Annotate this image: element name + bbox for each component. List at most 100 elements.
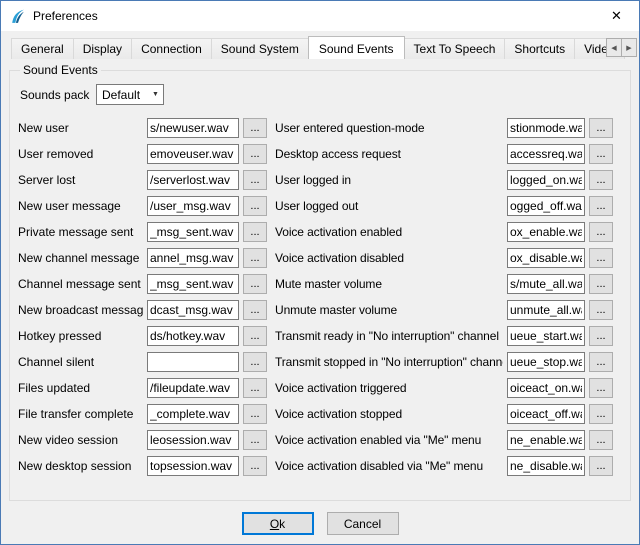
sound-event-label: User logged in <box>271 173 503 187</box>
sound-file-input[interactable] <box>507 378 585 398</box>
browse-button[interactable]: ... <box>589 274 613 294</box>
sound-event-label: Unmute master volume <box>271 303 503 317</box>
sounds-pack-row: Sounds pack Default ▼ <box>20 84 622 105</box>
sound-file-input[interactable] <box>147 118 239 138</box>
sound-event-label: Transmit stopped in "No interruption" ch… <box>271 355 503 369</box>
sound-event-label: User removed <box>18 147 143 161</box>
sound-event-label: Transmit ready in "No interruption" chan… <box>271 329 503 343</box>
browse-button[interactable]: ... <box>589 326 613 346</box>
sound-file-input[interactable] <box>147 144 239 164</box>
sound-file-input[interactable] <box>507 404 585 424</box>
browse-button[interactable]: ... <box>243 274 267 294</box>
sound-event-label: New video session <box>18 433 143 447</box>
sound-file-input[interactable] <box>507 430 585 450</box>
cancel-button[interactable]: Cancel <box>327 512 399 535</box>
browse-button[interactable]: ... <box>589 222 613 242</box>
browse-button[interactable]: ... <box>589 378 613 398</box>
browse-button[interactable]: ... <box>243 326 267 346</box>
browse-button[interactable]: ... <box>243 222 267 242</box>
sound-event-label: Mute master volume <box>271 277 503 291</box>
browse-button[interactable]: ... <box>589 118 613 138</box>
sound-file-input[interactable] <box>147 326 239 346</box>
sound-file-input[interactable] <box>507 300 585 320</box>
tab-shortcuts[interactable]: Shortcuts <box>504 38 575 59</box>
browse-button[interactable]: ... <box>243 170 267 190</box>
tab-scroll-right-icon: ▶ <box>626 45 631 52</box>
sound-file-input[interactable] <box>147 170 239 190</box>
sound-file-input[interactable] <box>507 248 585 268</box>
sound-file-input[interactable] <box>147 274 239 294</box>
sound-event-label: Voice activation enabled <box>271 225 503 239</box>
sound-file-input[interactable] <box>147 378 239 398</box>
close-icon: ✕ <box>611 8 622 24</box>
sounds-pack-select[interactable]: Default ▼ <box>96 84 164 105</box>
sound-file-input[interactable] <box>147 248 239 268</box>
sound-event-label: Private message sent <box>18 225 143 239</box>
browse-button[interactable]: ... <box>589 352 613 372</box>
sound-event-label: Voice activation disabled <box>271 251 503 265</box>
tab-text-to-speech[interactable]: Text To Speech <box>404 38 506 59</box>
sound-file-input[interactable] <box>147 404 239 424</box>
tab-connection[interactable]: Connection <box>131 38 212 59</box>
sound-file-input[interactable] <box>507 118 585 138</box>
browse-button[interactable]: ... <box>243 430 267 450</box>
close-button[interactable]: ✕ <box>594 1 639 31</box>
preferences-dialog: Preferences ✕ General Display Connection… <box>0 0 640 545</box>
sound-file-input[interactable] <box>507 456 585 476</box>
cancel-button-label: Cancel <box>344 517 381 531</box>
sound-file-input[interactable] <box>147 300 239 320</box>
sound-event-label: New user message <box>18 199 143 213</box>
tab-sound-events[interactable]: Sound Events <box>308 36 405 59</box>
browse-button[interactable]: ... <box>243 404 267 424</box>
groupbox-title: Sound Events <box>20 63 101 77</box>
sound-file-input[interactable] <box>147 196 239 216</box>
browse-button[interactable]: ... <box>589 430 613 450</box>
sound-event-label: New channel message <box>18 251 143 265</box>
sound-file-input[interactable] <box>507 352 585 372</box>
sound-events-groupbox: Sound Events Sounds pack Default ▼ New u… <box>9 63 631 501</box>
browse-button[interactable]: ... <box>243 352 267 372</box>
browse-button[interactable]: ... <box>243 456 267 476</box>
tab-general[interactable]: General <box>11 38 74 59</box>
browse-button[interactable]: ... <box>589 248 613 268</box>
sound-file-input[interactable] <box>507 196 585 216</box>
ok-button[interactable]: Ok <box>242 512 314 535</box>
tab-scroll-left-button[interactable]: ◀ <box>606 38 622 57</box>
sound-file-input[interactable] <box>507 274 585 294</box>
sound-file-input[interactable] <box>147 456 239 476</box>
sound-file-input[interactable] <box>507 326 585 346</box>
tab-display[interactable]: Display <box>73 38 132 59</box>
sound-file-input[interactable] <box>507 144 585 164</box>
sound-event-label: Files updated <box>18 381 143 395</box>
browse-button[interactable]: ... <box>243 144 267 164</box>
sound-file-input[interactable] <box>147 430 239 450</box>
browse-button[interactable]: ... <box>589 456 613 476</box>
sound-events-rows: New user...User entered question-mode...… <box>18 118 622 476</box>
sound-file-input[interactable] <box>147 222 239 242</box>
tab-sound-system[interactable]: Sound System <box>211 38 309 59</box>
sound-event-label: New broadcast message <box>18 303 143 317</box>
browse-button[interactable]: ... <box>589 300 613 320</box>
browse-button[interactable]: ... <box>243 118 267 138</box>
sound-event-label: Channel silent <box>18 355 143 369</box>
window-title: Preferences <box>33 9 98 23</box>
tab-bar: General Display Connection Sound System … <box>1 31 639 59</box>
sound-event-label: Server lost <box>18 173 143 187</box>
sound-event-label: Voice activation stopped <box>271 407 503 421</box>
browse-button[interactable]: ... <box>243 378 267 398</box>
browse-button[interactable]: ... <box>589 144 613 164</box>
sound-file-input[interactable] <box>507 170 585 190</box>
browse-button[interactable]: ... <box>589 196 613 216</box>
browse-button[interactable]: ... <box>243 300 267 320</box>
browse-button[interactable]: ... <box>589 404 613 424</box>
browse-button[interactable]: ... <box>589 170 613 190</box>
chevron-down-icon: ▼ <box>148 91 163 98</box>
browse-button[interactable]: ... <box>243 248 267 268</box>
tab-scroll-right-button[interactable]: ▶ <box>621 38 637 57</box>
sound-file-input[interactable] <box>147 352 239 372</box>
ok-button-label: Ok <box>270 517 285 531</box>
browse-button[interactable]: ... <box>243 196 267 216</box>
sound-event-label: User entered question-mode <box>271 121 503 135</box>
sounds-pack-label: Sounds pack <box>20 88 96 102</box>
sound-file-input[interactable] <box>507 222 585 242</box>
